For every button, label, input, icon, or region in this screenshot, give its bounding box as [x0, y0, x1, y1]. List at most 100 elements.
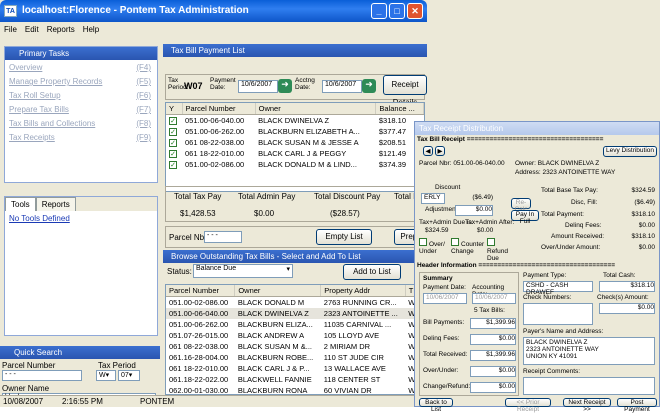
browse-header: Browse Outstanding Tax Bills - Select an…: [163, 250, 427, 263]
adjustment-input[interactable]: $0.00: [455, 205, 493, 216]
counter-change-checkbox[interactable]: Counter Change: [451, 238, 485, 255]
check-amount-label: Check(s) Amount:: [597, 294, 649, 301]
comments-input[interactable]: [523, 377, 655, 395]
total-cash-label: Total Cash:: [603, 272, 636, 279]
payment-date-label: Payment Date:: [210, 77, 236, 91]
receipt-details-button[interactable]: Receipt Details: [383, 75, 427, 107]
table-row[interactable]: ✓ 051.00-06-040.00 BLACK DWINELVA Z $318.10: [166, 115, 424, 127]
table-row[interactable]: ✓ 051.00-02-086.00 BLACK DONALD M & LIND..…: [166, 159, 424, 170]
task-bills-collections[interactable]: Tax Bills and Collections (F8): [5, 116, 157, 130]
total-discount-label: Total Discount Pay: [314, 192, 381, 201]
tab-tools[interactable]: Tools: [5, 197, 36, 211]
browse-table: Parcel NumberOwnerProperty AddrTP 051.00…: [165, 284, 425, 395]
task-prepare-bills[interactable]: Prepare Tax Bills (F7): [5, 102, 157, 116]
menu-help[interactable]: Help: [79, 22, 103, 37]
table-row[interactable]: 061.16-28-004.00 BLACKBURN ROBE... 110 ST …: [166, 352, 424, 363]
empty-list-button[interactable]: Empty List: [316, 229, 372, 245]
receipt-parcel: Parcel Nbr: 051.00-06-040.00: [419, 160, 505, 167]
payment-type-select[interactable]: CSHD - CASH DRAWEF: [523, 281, 593, 296]
quick-search-header: Quick Search: [0, 346, 160, 359]
check-icon: ✓: [169, 161, 177, 169]
over-under-checkbox[interactable]: Over/ Under: [419, 238, 449, 255]
delinq-fees-label: Delinq Fees:: [423, 335, 460, 342]
table-row[interactable]: 061.18-22-022.00 BLACKWELL FANNIE 118 CENT…: [166, 374, 424, 385]
col-addr: Property Addr: [320, 285, 406, 297]
overunder-label: Over/Under Amount:: [541, 244, 601, 251]
bill-payments-label: Bill Payments:: [423, 319, 465, 326]
menu-file[interactable]: File: [0, 22, 21, 37]
pay-in-full-button[interactable]: Pay In Full: [511, 210, 539, 225]
total-received: $1,399.96: [470, 350, 516, 361]
pay-date-input[interactable]: 10/06/2007: [423, 293, 467, 304]
back-to-list-button[interactable]: Back to List: [419, 398, 453, 413]
table-row[interactable]: ✓ 051.00-06-262.00 BLACKBURN ELIZABETH A..…: [166, 126, 424, 137]
tools-panel: Tools Reports No Tools Defined: [4, 196, 158, 336]
change: $0.00: [470, 382, 516, 393]
payment-date-input[interactable]: 10/6/2007: [238, 80, 278, 93]
calendar-icon[interactable]: ➜: [362, 79, 376, 93]
acct-date-input[interactable]: 10/06/2007: [472, 293, 516, 304]
table-row[interactable]: 051.00-06-040.00 BLACK DWINELVA Z 2323 ANT…: [166, 308, 424, 319]
discount-code-select[interactable]: ERLY: [421, 193, 445, 204]
title-bar[interactable]: TA localhost:Florence - Pontem Tax Admin…: [0, 0, 427, 22]
task-overview[interactable]: Overview (F4): [5, 60, 157, 74]
task-manage-property[interactable]: Manage Property Records (F5): [5, 74, 157, 88]
payer-address[interactable]: BLACK DWINELVA Z 2323 ANTOINETTE WAY UNION…: [523, 337, 655, 365]
acctng-date-input[interactable]: 10/6/2007: [322, 80, 362, 93]
parcel-nbr-input[interactable]: - - -: [204, 231, 242, 243]
parcel-number-input[interactable]: - - -: [2, 370, 82, 381]
period-type-select[interactable]: W▾: [96, 370, 116, 381]
period-num-select[interactable]: 07▾: [118, 370, 140, 381]
close-button[interactable]: ✕: [407, 3, 423, 19]
check-icon: ✓: [169, 128, 177, 136]
amount-received-label: Amount Received:: [551, 233, 605, 240]
bill-receipt-header: Tax Bill Receipt =======================…: [417, 136, 604, 143]
check-amount: $0.00: [599, 303, 655, 314]
task-tax-receipts[interactable]: Tax Receipts (F9): [5, 130, 157, 144]
next-receipt-button[interactable]: Next Receipt >>: [563, 398, 611, 413]
receipt-address: Address: 2323 ANTOINETTE WAY: [515, 169, 616, 176]
parcel-nbr-label: Parcel Nbr:: [169, 233, 210, 242]
table-row[interactable]: 051.00-06-262.00 BLACKBURN ELIZA... 11035 …: [166, 319, 424, 330]
table-row[interactable]: 062.00-01-030.00 BLACKBURN RONA 60 VIVIAN …: [166, 385, 424, 394]
status-select[interactable]: Balance Due ▾: [193, 264, 293, 278]
menu-reports[interactable]: Reports: [43, 22, 79, 37]
menu-edit[interactable]: Edit: [21, 22, 43, 37]
maximize-button[interactable]: □: [389, 3, 405, 19]
prev-icon[interactable]: ◀: [423, 146, 433, 156]
task-tax-roll-setup[interactable]: Tax Roll Setup (F6): [5, 88, 157, 102]
status-bar: 10/08/2007 2:16:55 PM PONTEM: [0, 395, 427, 407]
re-calc-button[interactable]: Re-Calc: [511, 198, 531, 213]
table-row[interactable]: 061 18-22-010.00 BLACK CARL J & P... 13 WA…: [166, 363, 424, 374]
payment-type-label: Payment Type:: [523, 272, 567, 279]
total-payment-label: Total Payment:: [541, 211, 584, 218]
pay-date-label: Payment Date:: [423, 284, 466, 291]
table-row[interactable]: ✓ 061 18-22-010.00 BLACK CARL J & PEGGY $12…: [166, 148, 424, 159]
over-under-label: Over/Under:: [423, 367, 459, 374]
table-row[interactable]: ✓ 061 08-22-038.00 BLACK SUSAN M & JESSE A…: [166, 137, 424, 148]
refund-due-checkbox[interactable]: Refund Due: [487, 238, 517, 262]
comments-label: Receipt Comments:: [523, 368, 581, 375]
receipt-dialog-title[interactable]: Tax Receipt Distribution: [415, 122, 659, 135]
calendar-icon[interactable]: ➜: [278, 79, 292, 93]
tab-reports[interactable]: Reports: [35, 197, 76, 211]
prior-receipt-button[interactable]: << Prior Receipt: [505, 398, 551, 413]
no-tools-link[interactable]: No Tools Defined: [5, 211, 157, 226]
header-info-title: Header Information =====================…: [417, 262, 616, 269]
table-row[interactable]: 051.07-26-015.00 BLACK ANDREW A 105 LLOYD …: [166, 330, 424, 341]
total-admin-pay: $0.00: [254, 209, 275, 218]
post-payment-button[interactable]: Post Payment: [617, 398, 657, 413]
levy-distribution-button[interactable]: Levy Distribution: [603, 146, 657, 157]
col-balance: Balance ...: [375, 103, 424, 115]
table-row[interactable]: 061 08-22-038.00 BLACK SUSAN M &... 2 MIRI…: [166, 341, 424, 352]
minimize-button[interactable]: _: [371, 3, 387, 19]
table-row[interactable]: 051.00-02-086.00 BLACK DONALD M 2763 RUNNI…: [166, 297, 424, 309]
next-icon[interactable]: ▶: [435, 146, 445, 156]
total-discount: ($28.57): [330, 209, 360, 218]
check-numbers-input[interactable]: [523, 303, 593, 325]
receipt-owner: Owner: BLACK DWINELVA Z: [515, 160, 600, 167]
main-window: TA localhost:Florence - Pontem Tax Admin…: [0, 0, 660, 413]
chevron-down-icon: ▾: [286, 266, 290, 273]
delinq-value: $0.00: [638, 222, 655, 229]
add-to-list-button[interactable]: Add to List: [343, 264, 401, 280]
